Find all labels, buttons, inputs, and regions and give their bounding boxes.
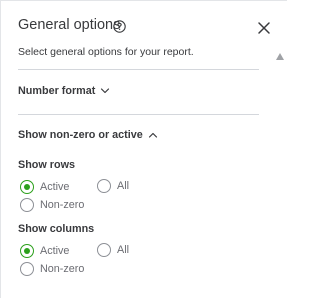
show-nonzero-label: Show non-zero or active: [18, 129, 143, 141]
divider: [18, 69, 259, 70]
radio-label: All: [117, 244, 129, 256]
help-circle-icon[interactable]: [113, 20, 126, 33]
radio-label: Non-zero: [40, 263, 85, 275]
radio-label: All: [117, 180, 129, 192]
show-rows-label: Show rows: [18, 159, 75, 171]
radio-label: Active: [40, 181, 70, 193]
general-options-panel: General options Select general options f…: [0, 0, 287, 298]
number-format-label: Number format: [18, 85, 96, 97]
rows-radio-nonzero[interactable]: Non-zero: [20, 198, 84, 212]
columns-radio-active[interactable]: Active: [20, 244, 69, 258]
radio-label: Non-zero: [40, 199, 85, 211]
radio-label: Active: [40, 245, 70, 257]
number-format-toggle[interactable]: Number format: [18, 85, 110, 97]
columns-radio-nonzero[interactable]: Non-zero: [20, 262, 84, 276]
show-columns-label: Show columns: [18, 223, 95, 235]
radio-unselected-icon: [97, 243, 111, 257]
divider: [18, 114, 259, 115]
radio-selected-icon: [20, 180, 34, 194]
scroll-up-arrow-icon[interactable]: [276, 53, 284, 60]
radio-selected-icon: [20, 244, 34, 258]
chevron-up-icon: [148, 132, 157, 138]
chevron-down-icon: [101, 88, 110, 94]
vertical-scrollbar[interactable]: [273, 41, 288, 299]
show-nonzero-toggle[interactable]: Show non-zero or active: [18, 129, 158, 141]
rows-radio-active[interactable]: Active: [20, 180, 69, 194]
close-icon[interactable]: [254, 18, 274, 38]
panel-subtitle: Select general options for your report.: [18, 46, 194, 58]
radio-unselected-icon: [20, 262, 34, 276]
panel-title: General options: [18, 17, 121, 33]
radio-unselected-icon: [20, 198, 34, 212]
rows-radio-all[interactable]: All: [97, 179, 129, 193]
columns-radio-all[interactable]: All: [97, 243, 129, 257]
radio-unselected-icon: [97, 179, 111, 193]
